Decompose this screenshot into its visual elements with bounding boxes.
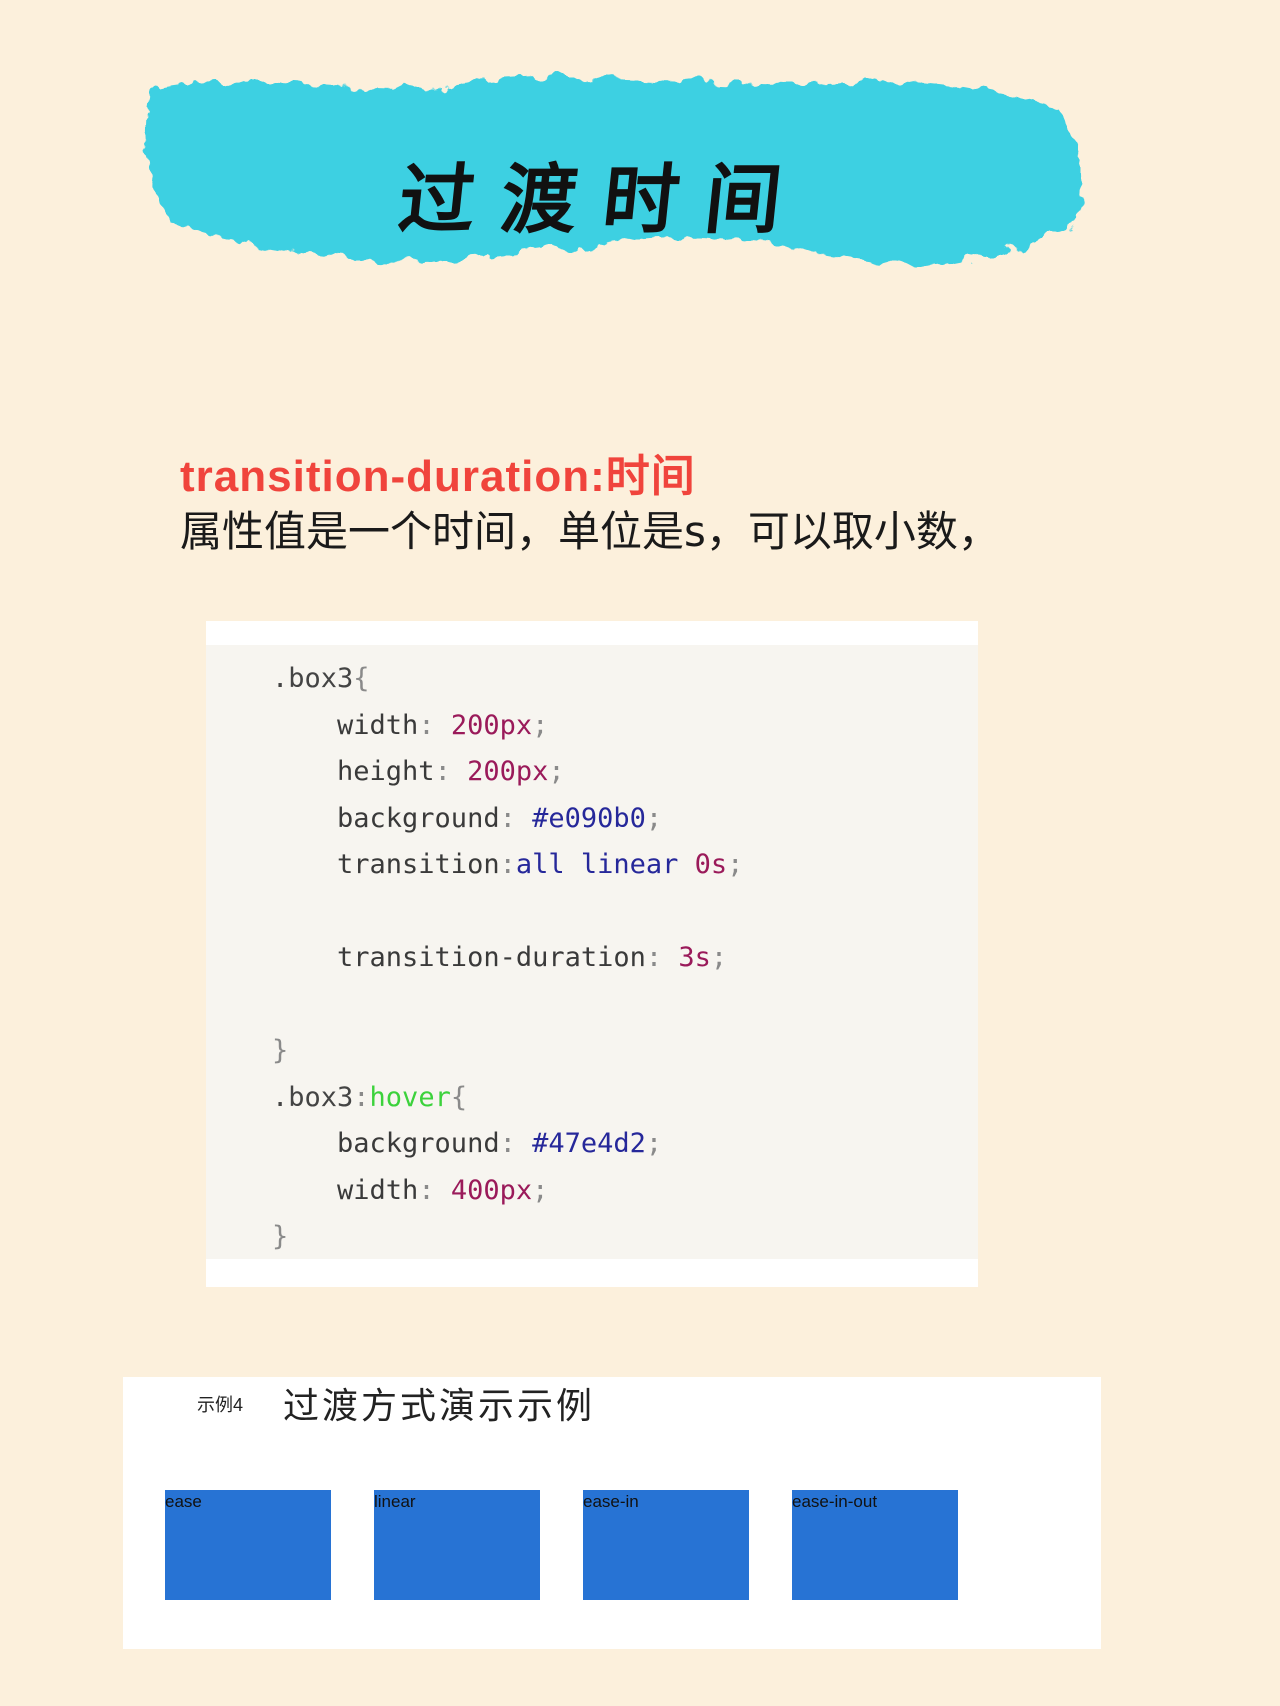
code-line: } bbox=[272, 1221, 288, 1252]
code-token: width bbox=[272, 709, 419, 741]
code-line: width: 200px; bbox=[272, 710, 548, 741]
property-description: 属性值是一个时间，单位是s，可以取小数， bbox=[180, 507, 1000, 556]
code-token: 3s bbox=[678, 942, 711, 973]
code-line: } bbox=[272, 1035, 288, 1066]
code-token: ; bbox=[645, 802, 663, 834]
code-token: transition bbox=[272, 849, 500, 880]
code-token: width bbox=[272, 1174, 419, 1206]
code-token: : bbox=[434, 756, 468, 787]
code-token: ; bbox=[710, 942, 728, 973]
code-token: height bbox=[272, 756, 435, 787]
demo-box-ease[interactable]: ease bbox=[165, 1490, 331, 1600]
demo-box-label: ease-in-out bbox=[792, 1492, 878, 1511]
demo-section: 示例4 过渡方式演示示例 ease linear ease-in ease-in… bbox=[123, 1377, 1101, 1649]
code-line: .box3{ bbox=[272, 663, 370, 694]
code-line: .box3:hover{ bbox=[272, 1082, 467, 1113]
code-token: 0s bbox=[694, 849, 728, 880]
code-token: : bbox=[499, 1128, 533, 1159]
code-token: : bbox=[499, 802, 533, 834]
code-token: : bbox=[418, 1174, 451, 1206]
code-line: height: 200px; bbox=[272, 756, 565, 787]
demo-box-ease-in[interactable]: ease-in bbox=[583, 1490, 749, 1600]
code-token: all linear bbox=[515, 849, 695, 880]
code-token: : bbox=[418, 709, 451, 741]
demo-box-label: ease-in bbox=[583, 1492, 639, 1511]
code-token: 200px bbox=[450, 709, 533, 741]
demo-box-ease-in-out[interactable]: ease-in-out bbox=[792, 1490, 958, 1600]
code-token: transition-duration bbox=[272, 942, 646, 973]
code-token: ; bbox=[727, 849, 744, 880]
code-block: .box3{ width: 200px; height: 200px; back… bbox=[206, 621, 978, 1287]
code-token: } bbox=[272, 1221, 289, 1252]
page-title: 过渡时间 bbox=[394, 155, 812, 244]
code-token: { bbox=[450, 1081, 468, 1113]
code-body: .box3{ width: 200px; height: 200px; back… bbox=[206, 645, 978, 1259]
code-token: #e090b0 bbox=[532, 802, 646, 834]
code-token: ; bbox=[532, 709, 549, 741]
demo-box-label: linear bbox=[374, 1492, 416, 1511]
code-token: .box3 bbox=[272, 1081, 354, 1113]
code-token: background bbox=[272, 1128, 500, 1159]
code-token: : bbox=[645, 942, 679, 973]
code-token: ; bbox=[645, 1128, 663, 1159]
code-line: width: 400px; bbox=[272, 1175, 548, 1206]
code-token: : bbox=[499, 849, 516, 880]
code-token: { bbox=[353, 663, 370, 694]
code-line: transition:all linear 0s; bbox=[272, 849, 743, 880]
page: 过渡时间 transition-duration:时间 属性值是一个时间，单位是… bbox=[0, 0, 1280, 1706]
code-token: background bbox=[272, 802, 500, 834]
code-token: ; bbox=[548, 756, 565, 787]
demo-box-label: ease bbox=[165, 1492, 202, 1511]
demo-title: 过渡方式演示示例 bbox=[283, 1386, 596, 1427]
code-token: 200px bbox=[467, 756, 549, 787]
code-token: : bbox=[353, 1081, 370, 1113]
demo-box-linear[interactable]: linear bbox=[374, 1490, 540, 1600]
property-heading: transition-duration:时间 bbox=[180, 452, 696, 501]
code-token: #47e4d2 bbox=[532, 1128, 646, 1159]
code-token: 400px bbox=[450, 1174, 533, 1206]
code-token: ; bbox=[532, 1174, 549, 1206]
code-line: background: #e090b0; bbox=[272, 803, 662, 834]
code-token: } bbox=[272, 1035, 289, 1066]
title-banner: 过渡时间 bbox=[130, 62, 1090, 302]
code-line: transition-duration: 3s; bbox=[272, 942, 727, 973]
demo-label: 示例4 bbox=[197, 1395, 244, 1415]
code-token: hover bbox=[369, 1081, 451, 1113]
code-line: background: #47e4d2; bbox=[272, 1128, 662, 1159]
code-token: .box3 bbox=[272, 663, 354, 694]
